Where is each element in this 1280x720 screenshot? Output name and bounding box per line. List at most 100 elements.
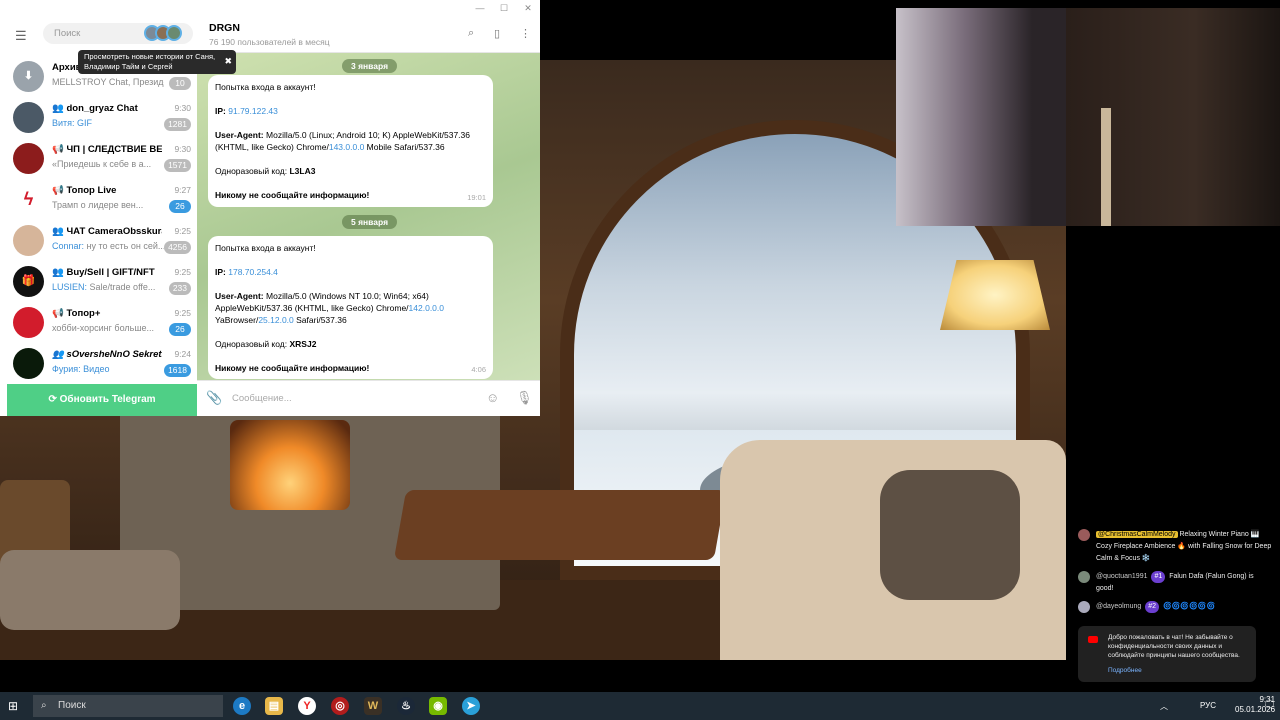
dialog-name: 👥 don_gryaz Chat [52, 103, 138, 114]
group-icon: 👥 [52, 349, 67, 360]
dialog-name: 👥 Buy/Sell | GIFT/NFT [52, 267, 155, 278]
microphone-icon[interactable]: 🎙 [516, 390, 533, 406]
stories-avatars[interactable] [144, 25, 182, 41]
rank-badge: #1 [1151, 571, 1166, 583]
steam-icon[interactable]: ♨ [397, 697, 415, 715]
ip-link[interactable]: 178.70.254.4 [228, 267, 278, 277]
dialog-name: 👥 ЧАТ CameraObsskura [52, 226, 162, 237]
chat-message: @dayeolmung #2 🌀🌀🌀🌀🌀🌀 [1066, 598, 1280, 616]
chat-panel: DRGN 76 190 пользователей в месяц ⌕ ▯ ⋮ … [197, 16, 540, 416]
avatar [1078, 571, 1090, 583]
close-icon[interactable]: ✖ [224, 56, 232, 66]
message-bubble[interactable]: Попытка входа в аккаунт! IP: 178.70.254.… [208, 236, 493, 379]
emoji-icon[interactable]: ☺ [486, 390, 499, 405]
warning-text: Никому не сообщайте информацию! [215, 363, 370, 373]
menu-icon[interactable]: ☰ [15, 28, 29, 44]
one-time-code: XRSJ2 [289, 339, 317, 349]
avatar [13, 143, 44, 174]
floor-lamp [940, 260, 1050, 330]
dialog-time: 9:27 [174, 185, 191, 195]
dialog-time: 9:25 [174, 308, 191, 318]
chat-message: @quoctuan1991 #1 Falun Dafa (Falun Gong)… [1066, 568, 1280, 598]
dialog-name: 📢 Топор+ [52, 308, 101, 319]
group-icon: 👥 [52, 267, 67, 278]
chevron-up-icon[interactable]: ︿ [1160, 701, 1168, 712]
date-badge: 3 января [342, 59, 398, 73]
ottoman [0, 550, 180, 630]
refresh-icon: ⟳ [48, 394, 60, 405]
door-frame-post [1101, 108, 1111, 226]
dialog-item[interactable]: 📢 ЧП | СЛЕДСТВИЕ ВЕЛИ 9:30 «Приедешь к с… [7, 138, 197, 179]
unread-count: 10 [169, 77, 191, 90]
group-icon: 👥 [52, 226, 67, 237]
dialog-item[interactable]: 👥 ЧАТ CameraObsskura 9:25 Connar: ну то … [7, 220, 197, 261]
dialog-name: 👥 sOversheNnO SekretNo [52, 349, 162, 360]
minimize-icon[interactable]: — [468, 0, 492, 16]
telegram-window: — ☐ ✕ ☰ Поиск ⬇ Архив MELLSTROY Chat, Пр… [0, 0, 540, 416]
telegram-icon[interactable]: ➤ [462, 697, 480, 715]
chat-username[interactable]: @ChristmasCalmMelody [1096, 531, 1178, 538]
file-explorer-icon[interactable]: ▤ [265, 697, 283, 715]
gift-icon: 🎁 [13, 266, 44, 297]
dialog-list-panel: ☰ Поиск ⬇ Архив MELLSTROY Chat, Президе.… [7, 16, 197, 416]
unread-count: 26 [169, 200, 191, 213]
stories-tooltip: Просмотреть новые истории от Саня, Влади… [78, 50, 236, 74]
windows-start-icon[interactable]: ⊞ [8, 699, 18, 713]
unread-count: 1571 [164, 159, 191, 172]
search-icon[interactable]: ⌕ [468, 27, 474, 40]
dialog-item[interactable]: 👥 don_gryaz Chat 9:30 Витя: GIF 1281 [7, 97, 197, 138]
nvidia-icon[interactable]: ◉ [429, 697, 447, 715]
yandex-browser-icon[interactable]: Y [298, 697, 316, 715]
pillow [880, 470, 1020, 600]
dialog-item[interactable]: 👥 sOversheNnO SekretNo 9:24 Фурия: Видео… [7, 343, 197, 384]
unread-count: 4256 [164, 241, 191, 254]
dialog-last-message: Витя: GIF [52, 118, 93, 128]
chat-message: @ChristmasCalmMelody Relaxing Winter Pia… [1066, 526, 1280, 568]
message-input[interactable]: Сообщение... [232, 393, 292, 404]
more-icon[interactable]: ⋮ [520, 27, 531, 40]
avatar [13, 348, 44, 379]
avatar [1078, 601, 1090, 613]
maximize-icon[interactable]: ☐ [492, 0, 516, 16]
group-icon: 👥 [52, 103, 67, 114]
search-icon: ⌕ [41, 700, 47, 711]
dialog-time: 9:24 [174, 349, 191, 359]
language-indicator[interactable]: РУС [1200, 701, 1216, 710]
message-time: 4:06 [471, 365, 486, 374]
close-icon[interactable]: ✕ [516, 0, 540, 16]
dialog-last-message: Connar: ну то есть он сей... [52, 241, 164, 251]
message-bubble[interactable]: Попытка входа в аккаунт! IP: 91.79.122.4… [208, 75, 493, 207]
dialog-item[interactable]: ϟ 📢 Топор Live 9:27 Трамп о лидере вен..… [7, 179, 197, 220]
version-link[interactable]: 143.0.0.0 [329, 142, 364, 152]
app-icon[interactable]: ◎ [331, 697, 349, 715]
notification-icon[interactable]: 🗨 [1263, 700, 1276, 711]
warcraft-icon[interactable]: W [364, 697, 382, 715]
chat-username[interactable]: @dayeolmung [1096, 603, 1141, 610]
dialog-name: 📢 Топор Live [52, 185, 117, 196]
chat-header[interactable]: DRGN 76 190 пользователей в месяц ⌕ ▯ ⋮ [197, 16, 540, 53]
ip-link[interactable]: 91.79.122.43 [228, 106, 278, 116]
chat-welcome-notice: Добро пожаловать в чат! Не забывайте о к… [1078, 626, 1256, 682]
avatar [13, 307, 44, 338]
coffee-table [393, 490, 727, 560]
attach-icon[interactable]: 📎 [206, 390, 222, 406]
notice-text: Добро пожаловать в чат! Не забывайте о к… [1108, 634, 1240, 659]
learn-more-link[interactable]: Подробнее [1108, 666, 1248, 675]
edge-icon[interactable]: e [233, 697, 251, 715]
dialog-time: 9:25 [174, 267, 191, 277]
avatar [1078, 529, 1090, 541]
unread-count: 1618 [164, 364, 191, 377]
story-avatar[interactable] [166, 25, 182, 41]
tooltip-text: Просмотреть новые истории от Саня, Влади… [84, 52, 216, 71]
version-link[interactable]: 25.12.0.0 [258, 315, 293, 325]
channel-icon: 📢 [52, 185, 67, 196]
dialog-item[interactable]: 📢 Топор+ 9:25 хобби-хорсинг больше... 26 [7, 302, 197, 343]
sidebar-toggle-icon[interactable]: ▯ [494, 27, 500, 40]
dialog-item[interactable]: 🎁 👥 Buy/Sell | GIFT/NFT 9:25 LUSIEN: Sal… [7, 261, 197, 302]
dialog-time: 9:30 [174, 103, 191, 113]
version-link[interactable]: 142.0.0.0 [409, 303, 444, 313]
chat-username[interactable]: @quoctuan1991 [1096, 573, 1147, 580]
webcam-overlay [896, 8, 1280, 226]
taskbar-search[interactable]: ⌕ Поиск [33, 695, 223, 717]
update-telegram-button[interactable]: ⟳ Обновить Telegram [7, 384, 197, 416]
